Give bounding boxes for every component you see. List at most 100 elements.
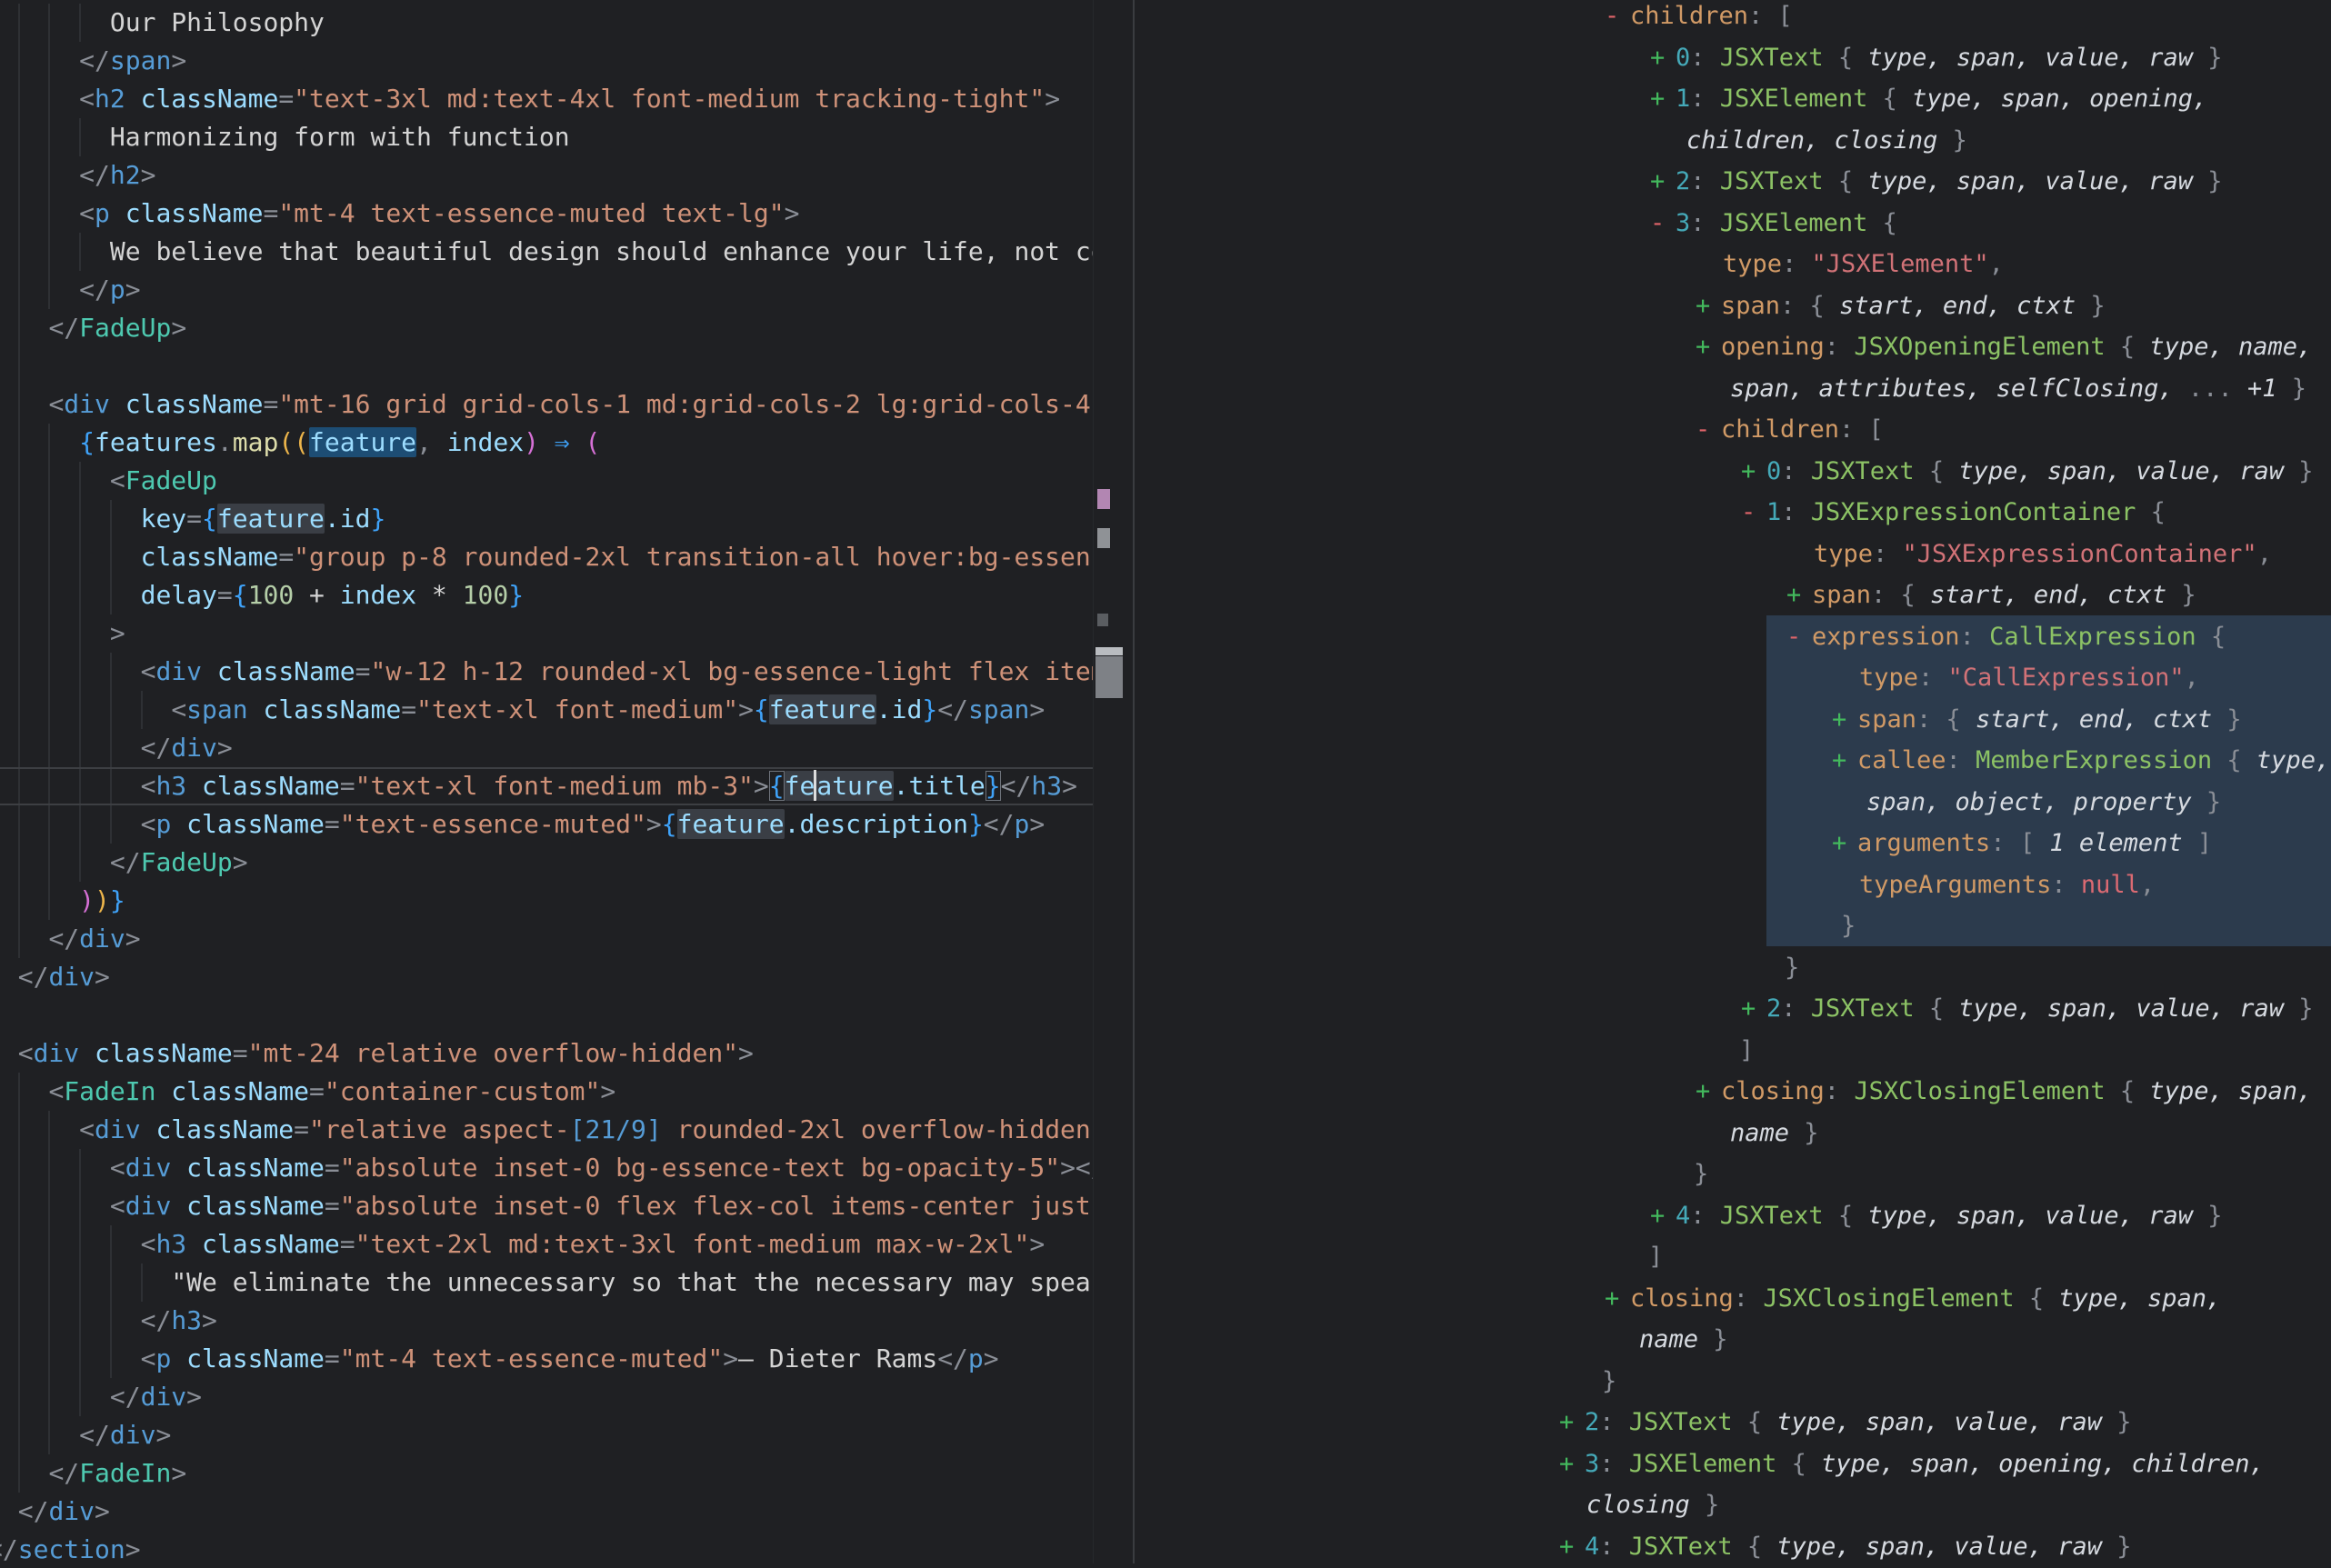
ast-row[interactable]: +arguments: [ 1 element ] — [1135, 823, 2331, 864]
ast-row[interactable]: span, attributes, selfClosing, ... +1 } — [1135, 368, 2331, 410]
code-line[interactable]: </FadeIn> — [0, 1454, 1093, 1493]
code-line[interactable]: </div> — [0, 1493, 1093, 1531]
code-line[interactable] — [0, 347, 1093, 385]
ast-row[interactable]: closing } — [1135, 1484, 2331, 1526]
ast-row[interactable]: +2: JSXText { type, span, value, raw } — [1135, 161, 2331, 203]
ast-row[interactable]: +0: JSXText { type, span, value, raw } — [1135, 37, 2331, 79]
expand-node-icon[interactable]: + — [1559, 1443, 1585, 1485]
code-line[interactable]: <div className="mt-24 relative overflow-… — [0, 1034, 1093, 1073]
code-line[interactable]: <h3 className="text-2xl md:text-3xl font… — [0, 1225, 1093, 1263]
expand-node-icon[interactable]: + — [1832, 823, 1857, 864]
ast-row[interactable]: +4: JSXText { type, span, value, raw } — [1135, 1526, 2331, 1568]
code-line[interactable]: </div> — [0, 1416, 1093, 1454]
collapse-node-icon[interactable]: - — [1786, 616, 1812, 658]
expand-node-icon[interactable]: + — [1650, 37, 1676, 79]
ast-row[interactable]: } — [1135, 1154, 2331, 1195]
code-line[interactable]: > — [0, 614, 1093, 653]
ast-row[interactable]: +callee: MemberExpression { type, — [1135, 740, 2331, 782]
code-line[interactable]: delay={100 + index * 100} — [0, 576, 1093, 614]
collapse-node-icon[interactable]: - — [1605, 0, 1630, 37]
expand-node-icon[interactable]: + — [1696, 285, 1721, 327]
code-line[interactable]: </h2> — [0, 156, 1093, 195]
ast-row[interactable]: ] — [1135, 1030, 2331, 1072]
ast-row[interactable]: -3: JSXElement { — [1135, 203, 2331, 245]
ast-row[interactable]: typeArguments: null, — [1135, 864, 2331, 906]
expand-node-icon[interactable]: + — [1696, 326, 1721, 368]
code-line[interactable]: {features.map((feature, index) ⇒ ( — [0, 424, 1093, 462]
code-line[interactable]: </div> — [0, 729, 1093, 767]
collapse-node-icon[interactable]: - — [1650, 203, 1676, 245]
expand-node-icon[interactable]: + — [1696, 1071, 1721, 1113]
ast-row[interactable]: } — [1135, 905, 2331, 947]
expand-node-icon[interactable]: + — [1786, 574, 1812, 616]
code-line[interactable]: <div className="relative aspect-[21/9] r… — [0, 1111, 1093, 1149]
code-line[interactable]: </h3> — [0, 1302, 1093, 1340]
code-line[interactable]: </div> — [0, 1378, 1093, 1416]
code-line[interactable]: <div className="mt-16 grid grid-cols-1 m… — [0, 385, 1093, 424]
ast-row[interactable]: +0: JSXText { type, span, value, raw } — [1135, 451, 2331, 493]
code-line[interactable]: <FadeUp — [0, 462, 1093, 500]
code-line[interactable]: <FadeIn className="container-custom"> — [0, 1073, 1093, 1111]
code-line[interactable]: <p className="mt-4 text-essence-muted te… — [0, 195, 1093, 233]
code-line[interactable]: </p> — [0, 271, 1093, 309]
code-line[interactable]: ))} — [0, 882, 1093, 920]
expand-node-icon[interactable]: + — [1650, 161, 1676, 203]
code-line[interactable]: We believe that beautiful design should … — [0, 233, 1093, 271]
ast-row[interactable]: name } — [1135, 1113, 2331, 1154]
code-line[interactable]: key={feature.id} — [0, 500, 1093, 538]
code-line[interactable]: </FadeUp> — [0, 309, 1093, 347]
ast-tree-panel[interactable]: -children: [+0: JSXText { type, span, va… — [1135, 0, 2331, 1568]
expand-node-icon[interactable]: + — [1832, 699, 1857, 741]
ast-row[interactable]: +opening: JSXOpeningElement { type, name… — [1135, 326, 2331, 368]
code-editor-pane[interactable]: Our Philosophy</span><h2 className="text… — [0, 4, 1093, 1563]
ast-row[interactable]: } — [1135, 1361, 2331, 1403]
overview-ruler-scrollbar[interactable] — [1093, 0, 1134, 1563]
ast-row[interactable]: +span: { start, end, ctxt } — [1135, 574, 2331, 616]
expand-node-icon[interactable]: + — [1650, 1195, 1676, 1237]
code-line[interactable]: </FadeUp> — [0, 844, 1093, 882]
ast-row[interactable]: span, object, property } — [1135, 782, 2331, 824]
ast-row[interactable]: +3: JSXElement { type, span, opening, ch… — [1135, 1443, 2331, 1485]
collapse-node-icon[interactable]: - — [1696, 409, 1721, 451]
ast-row[interactable]: +1: JSXElement { type, span, opening, — [1135, 78, 2331, 120]
code-line[interactable]: <span className="text-xl font-medium">{f… — [0, 691, 1093, 729]
code-line[interactable]: <p className="text-essence-muted">{featu… — [0, 805, 1093, 844]
ast-row[interactable]: +span: { start, end, ctxt } — [1135, 285, 2331, 327]
expand-node-icon[interactable]: + — [1559, 1402, 1585, 1443]
ast-row[interactable]: children, closing } — [1135, 120, 2331, 162]
expand-node-icon[interactable]: + — [1559, 1526, 1585, 1568]
expand-node-icon[interactable]: + — [1741, 988, 1766, 1030]
ast-row[interactable]: +closing: JSXClosingElement { type, span… — [1135, 1278, 2331, 1320]
ast-row[interactable]: } — [1135, 947, 2331, 989]
collapse-node-icon[interactable]: - — [1741, 492, 1766, 534]
ast-row[interactable]: type: "CallExpression", — [1135, 657, 2331, 699]
code-line[interactable]: Our Philosophy — [0, 4, 1093, 42]
ast-row[interactable]: +4: JSXText { type, span, value, raw } — [1135, 1195, 2331, 1237]
code-line[interactable]: </div> — [0, 920, 1093, 958]
ast-row[interactable]: name } — [1135, 1319, 2331, 1361]
code-line[interactable]: </div> — [0, 958, 1093, 996]
ast-row[interactable]: +2: JSXText { type, span, value, raw } — [1135, 988, 2331, 1030]
expand-node-icon[interactable]: + — [1741, 451, 1766, 493]
code-line[interactable]: className="group p-8 rounded-2xl transit… — [0, 538, 1093, 576]
ast-row[interactable]: -expression: CallExpression { — [1135, 616, 2331, 658]
ast-row[interactable]: ] — [1135, 1236, 2331, 1278]
expand-node-icon[interactable]: + — [1650, 78, 1676, 120]
code-line[interactable]: <div className="w-12 h-12 rounded-xl bg-… — [0, 653, 1093, 691]
code-line[interactable]: Harmonizing form with function — [0, 118, 1093, 156]
ast-row[interactable]: -1: JSXExpressionContainer { — [1135, 492, 2331, 534]
ast-row[interactable]: -children: [ — [1135, 409, 2331, 451]
ast-row[interactable]: type: "JSXExpressionContainer", — [1135, 534, 2331, 575]
code-line-active[interactable]: <h3 className="text-xl font-medium mb-3"… — [0, 767, 1093, 805]
ast-row[interactable]: +2: JSXText { type, span, value, raw } — [1135, 1402, 2331, 1443]
code-line[interactable] — [0, 996, 1093, 1034]
ast-row[interactable]: +span: { start, end, ctxt } — [1135, 699, 2331, 741]
ast-row[interactable]: +closing: JSXClosingElement { type, span… — [1135, 1071, 2331, 1113]
code-line[interactable]: <div className="absolute inset-0 bg-esse… — [0, 1149, 1093, 1187]
code-line[interactable]: <p className="mt-4 text-essence-muted">—… — [0, 1340, 1093, 1378]
code-line[interactable]: <div className="absolute inset-0 flex fl… — [0, 1187, 1093, 1225]
code-line[interactable]: </section> — [0, 1531, 1093, 1563]
ast-row[interactable]: -children: [ — [1135, 0, 2331, 37]
code-line[interactable]: <h2 className="text-3xl md:text-4xl font… — [0, 80, 1093, 118]
expand-node-icon[interactable]: + — [1605, 1278, 1630, 1320]
